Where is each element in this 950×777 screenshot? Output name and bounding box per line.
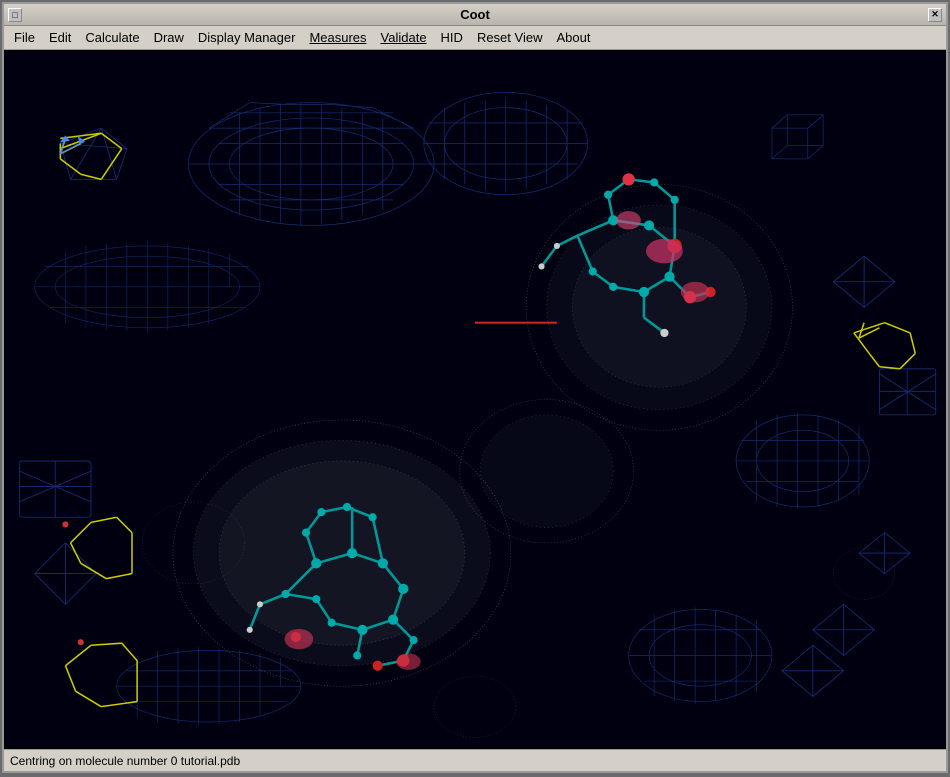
title-bar: □ Coot ✕ <box>4 4 946 26</box>
menu-item-display-manager[interactable]: Display Manager <box>192 28 302 47</box>
menu-bar: FileEditCalculateDrawDisplay ManagerMeas… <box>4 26 946 50</box>
app-window: □ Coot ✕ FileEditCalculateDrawDisplay Ma… <box>2 2 948 773</box>
menu-item-measures[interactable]: Measures <box>303 28 372 47</box>
menu-item-edit[interactable]: Edit <box>43 28 77 47</box>
window-title: Coot <box>22 7 928 22</box>
menu-item-hid[interactable]: HID <box>435 28 469 47</box>
close-button[interactable]: ✕ <box>928 8 942 22</box>
title-bar-controls-left: □ <box>8 8 22 22</box>
status-bar: Centring on molecule number 0 tutorial.p… <box>4 749 946 771</box>
menu-item-about[interactable]: About <box>550 28 596 47</box>
menu-item-validate[interactable]: Validate <box>375 28 433 47</box>
minimize-button[interactable]: □ <box>8 8 22 22</box>
minimize-icon: □ <box>12 10 17 20</box>
menu-item-file[interactable]: File <box>8 28 41 47</box>
menu-item-draw[interactable]: Draw <box>148 28 190 47</box>
status-text: Centring on molecule number 0 tutorial.p… <box>10 754 240 768</box>
close-icon: ✕ <box>931 9 939 20</box>
molecule-canvas <box>4 50 946 749</box>
viewport[interactable] <box>4 50 946 749</box>
menu-item-calculate[interactable]: Calculate <box>79 28 145 47</box>
menu-item-reset-view[interactable]: Reset View <box>471 28 549 47</box>
